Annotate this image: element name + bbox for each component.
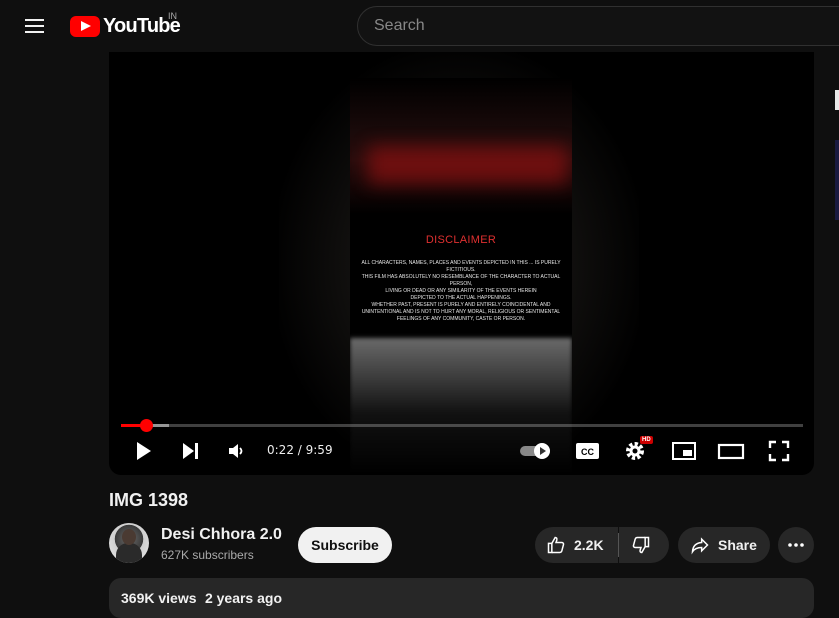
more-actions-button[interactable] (778, 527, 814, 563)
miniplayer-icon (672, 442, 696, 460)
current-time: 0:22 (267, 443, 294, 457)
blurred-title-card (350, 78, 572, 214)
hd-badge: HD (640, 436, 653, 444)
time-separator: / (293, 443, 306, 457)
progress-scrubber[interactable] (140, 419, 154, 432)
dislike-button[interactable] (619, 527, 669, 563)
youtube-logo[interactable]: YouTube IN (70, 11, 181, 38)
thumbs-up-icon (547, 536, 565, 554)
theater-icon (717, 443, 745, 460)
volume-icon (229, 444, 243, 458)
video-player[interactable]: DISCLAIMER ALL CHARACTERS, NAMES, PLACES… (109, 52, 814, 475)
subscriber-count: 627K subscribers (161, 548, 254, 562)
youtube-play-logo-icon (70, 15, 100, 37)
view-count: 369K views (121, 590, 197, 606)
autoplay-toggle-icon (520, 443, 550, 459)
svg-text:CC: CC (581, 447, 594, 457)
disclaimer-card: DISCLAIMER ALL CHARACTERS, NAMES, PLACES… (350, 214, 572, 338)
channel-name[interactable]: Desi Chhora 2.0 (161, 526, 282, 544)
mute-button[interactable] (223, 436, 249, 466)
play-button[interactable] (131, 436, 157, 466)
sidebar-thumbnail-edge (835, 90, 839, 110)
captions-button[interactable]: CC (573, 436, 603, 466)
next-button[interactable] (177, 436, 203, 466)
autoplay-toggle[interactable] (517, 436, 557, 466)
disclaimer-line: ALL CHARACTERS, NAMES, PLACES AND EVENTS… (361, 260, 561, 273)
share-icon (691, 537, 709, 555)
subscribe-button[interactable]: Subscribe (298, 527, 392, 563)
duration: 9:59 (305, 443, 333, 457)
disclaimer-body: ALL CHARACTERS, NAMES, PLACES AND EVENTS… (356, 260, 566, 323)
masthead: YouTube IN (0, 0, 839, 52)
video-frame[interactable]: DISCLAIMER ALL CHARACTERS, NAMES, PLACES… (350, 78, 572, 475)
search-input[interactable] (357, 6, 839, 46)
progress-bar[interactable] (121, 419, 803, 432)
sidebar-thumbnail-edge (835, 140, 839, 220)
disclaimer-line: LIVING OR DEAD OR ANY SIMILARITY OF THE … (385, 288, 537, 294)
play-icon (137, 442, 151, 460)
like-count: 2.2K (574, 537, 604, 553)
time-display: 0:22 / 9:59 (267, 443, 333, 457)
description-box[interactable]: 369K views 2 years ago (109, 578, 814, 618)
miniplayer-button[interactable] (669, 436, 699, 466)
like-button[interactable]: 2.2K (535, 527, 618, 563)
theater-mode-button[interactable] (716, 436, 746, 466)
share-label: Share (718, 537, 757, 553)
publish-date: 2 years ago (204, 590, 283, 606)
thumbs-down-icon (632, 536, 650, 554)
disclaimer-line: THIS FILM HAS ABSOLUTELY NO RESEMBLANCE … (361, 274, 561, 287)
fullscreen-button[interactable] (764, 436, 794, 466)
disclaimer-line: FEELINGS OF ANY COMMUNITY, CASTE OR PERS… (396, 316, 526, 322)
disclaimer-line: DEPICTED TO THE ACTUAL HAPPENINGS. (410, 295, 512, 301)
channel-avatar[interactable] (109, 523, 149, 563)
fullscreen-icon (768, 440, 790, 462)
country-code: IN (168, 11, 177, 21)
share-button[interactable]: Share (678, 527, 770, 563)
disclaimer-line: WHETHER PAST, PRESENT IS PURELY AND ENTI… (371, 302, 551, 308)
disclaimer-line: UNINTENTIONAL AND IS NOT TO HURT ANY MOR… (361, 309, 561, 315)
next-icon (183, 443, 198, 459)
menu-icon[interactable] (20, 12, 50, 40)
more-horizontal-icon (788, 543, 804, 547)
captions-icon: CC (576, 443, 599, 459)
video-title: IMG 1398 (109, 490, 189, 510)
disclaimer-title: DISCLAIMER (425, 234, 497, 246)
